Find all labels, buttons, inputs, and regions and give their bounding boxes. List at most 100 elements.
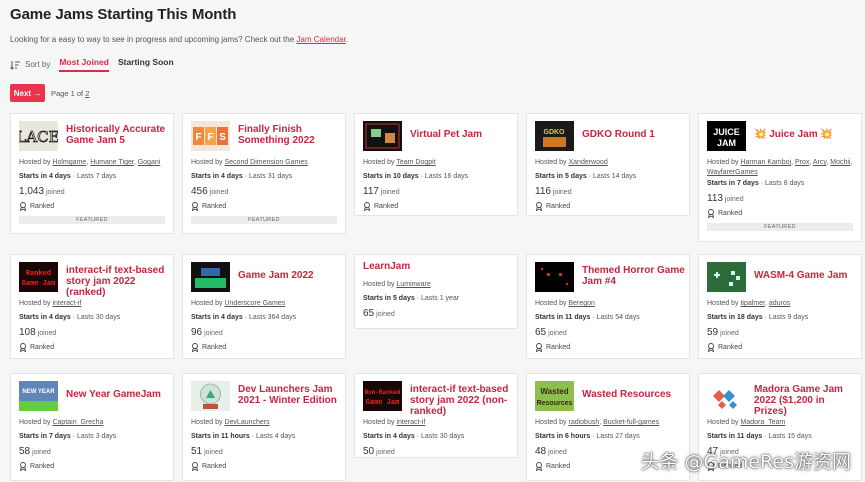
ranked-badge: Ranked (191, 462, 226, 471)
host-link[interactable]: Second Dimension Games (224, 159, 307, 166)
svg-text:GDKO: GDKO (544, 129, 566, 136)
jam-title[interactable]: interact-if text-based story jam 2022 (n… (410, 384, 514, 417)
svg-text:Game Jam: Game Jam (366, 399, 400, 407)
host-link[interactable]: Beregon (568, 300, 594, 307)
jam-card[interactable]: LACE Historically Accurate Game Jam 5 Host… (10, 113, 174, 234)
sort-icon (10, 60, 20, 70)
host-link[interactable]: WayfarerGames (707, 169, 758, 176)
jam-card[interactable]: WASM-4 Game Jam Hosted by tipalmer, aduro… (698, 254, 862, 359)
host-link[interactable]: Team Dogpit (396, 159, 435, 166)
ranked-badge: Ranked (19, 462, 54, 471)
sort-most-joined[interactable]: Most Joined (59, 57, 109, 72)
ranked-badge: Ranked (191, 343, 226, 352)
jam-title[interactable]: 💥 Juice Jam 💥 (754, 129, 858, 140)
snowglobe-thumbnail[interactable] (191, 381, 230, 411)
next-button[interactable]: Next → (10, 84, 45, 102)
host-link[interactable]: Bucket-full-games (603, 419, 659, 426)
jam-card[interactable]: Game Jam 2022 Hosted by Underscore Games S… (182, 254, 346, 359)
gdko-thumbnail[interactable]: GDKO (535, 121, 574, 151)
jam-title[interactable]: Finally Finish Something 2022 (238, 124, 342, 146)
jam-title[interactable]: GDKO Round 1 (582, 129, 686, 140)
sort-starting-soon[interactable]: Starting Soon (118, 57, 174, 72)
lace-thumbnail[interactable]: LACE (19, 121, 58, 151)
juice-jam-thumbnail[interactable]: JUICE JAM (707, 121, 746, 151)
jam-card[interactable]: Non-Ranked Game Jam interact-if text-based… (354, 373, 518, 458)
host-link[interactable]: Captain_Grecha (52, 419, 103, 426)
jam-title[interactable]: Themed Horror Game Jam #4 (582, 265, 686, 287)
ranked-badge: Ranked (19, 202, 54, 211)
non-ranked-game-jam-thumbnail[interactable]: Non-Ranked Game Jam (363, 381, 402, 411)
host-link[interactable]: Arcy (813, 159, 826, 166)
joined-count: 108 joined (19, 327, 57, 338)
host-link[interactable]: Luminware (396, 281, 430, 288)
host-link[interactable]: Gogani (138, 159, 161, 166)
wasted-resources-thumbnail[interactable]: Wasted Resources (535, 381, 574, 411)
joined-count: 65 joined (363, 308, 395, 319)
virtual-pet-thumbnail[interactable] (363, 121, 402, 151)
jam-card[interactable]: NEW YEAR New Year GameJam Hosted by Captai… (10, 373, 174, 481)
jam-title[interactable]: Virtual Pet Jam (410, 129, 514, 140)
host-link[interactable]: radiobush (568, 419, 599, 426)
host-link[interactable]: Prox (795, 159, 809, 166)
jam-card[interactable]: JUICE JAM 💥 Juice Jam 💥 Hosted by Harman Ka… (698, 113, 862, 242)
last-page-link[interactable]: 2 (85, 89, 89, 98)
jam-calendar-link[interactable]: Jam Calendar (296, 35, 345, 44)
host-link[interactable]: Xanderwood (568, 159, 607, 166)
new-year-thumbnail[interactable]: NEW YEAR (19, 381, 58, 411)
page-header: Game Jams Starting This Month (10, 6, 236, 23)
host-link[interactable]: tipalmer (740, 300, 765, 307)
ranked-icon (19, 343, 27, 352)
jam-card[interactable]: GDKO GDKO Round 1 Hosted by Xanderwood Star… (526, 113, 690, 216)
schedule: Starts in 4 days · Lasts 31 days (191, 173, 293, 180)
jam-card[interactable]: Virtual Pet Jam Hosted by Team Dogpit Star… (354, 113, 518, 216)
ranked-icon (707, 343, 715, 352)
jam-title[interactable]: WASM-4 Game Jam (754, 270, 858, 281)
ranked-badge: Ranked (535, 202, 570, 211)
schedule: Starts in 4 days · Lasts 364 days (191, 314, 297, 321)
schedule: Starts in 6 hours · Lasts 27 days (535, 433, 640, 440)
host-link[interactable]: Mochii (830, 159, 850, 166)
jam-card[interactable]: F F S Finally Finish Something 2022 Hosted b… (182, 113, 346, 234)
jam-card[interactable]: Dev Launchers Jam 2021 - Winter Edition H… (182, 373, 346, 481)
svg-text:JUICE: JUICE (713, 127, 740, 137)
host-link[interactable]: Holmgame (52, 159, 86, 166)
horror-thumbnail[interactable] (535, 262, 574, 292)
jam-card[interactable]: Ranked Game Jam interact-if text-based sto… (10, 254, 174, 359)
jam-card[interactable]: LearnJam Hosted by Luminware Starts in 5 d… (354, 254, 518, 329)
madora-thumbnail[interactable] (707, 381, 746, 411)
jam-title[interactable]: interact-if text-based story jam 2022 (r… (66, 265, 170, 298)
host-link[interactable]: Madora_Team (740, 419, 785, 426)
ranked-game-jam-thumbnail[interactable]: Ranked Game Jam (19, 262, 58, 292)
jam-title[interactable]: Historically Accurate Game Jam 5 (66, 124, 170, 146)
featured-badge: FEATURED (707, 223, 853, 231)
hosted-by: Hosted by DevLaunchers (191, 419, 270, 426)
joined-count: 58 joined (19, 446, 51, 457)
host-link[interactable]: DevLaunchers (224, 419, 269, 426)
hosted-by: Hosted by Harman Kamboj, Prox, Arcy, Moc… (707, 159, 853, 176)
schedule: Starts in 18 days · Lasts 9 days (707, 314, 809, 321)
jam-title[interactable]: Game Jam 2022 (238, 270, 342, 281)
jam-title[interactable]: Wasted Resources (582, 389, 686, 400)
game-jam-2022-thumbnail[interactable] (191, 262, 230, 292)
host-link[interactable]: Harman Kamboj (740, 159, 791, 166)
host-link[interactable]: Underscore Games (224, 300, 285, 307)
jam-title[interactable]: New Year GameJam (66, 389, 170, 400)
host-link[interactable]: interact-if (52, 300, 81, 307)
ffs-thumbnail[interactable]: FFS (191, 121, 230, 151)
jam-title[interactable]: Dev Launchers Jam 2021 - Winter Edition (238, 384, 342, 406)
jam-card[interactable]: Themed Horror Game Jam #4 Hosted by Bereg… (526, 254, 690, 359)
hosted-by: Hosted by Luminware (363, 281, 431, 288)
host-link[interactable]: Humane Tiger (90, 159, 134, 166)
ranked-badge: Ranked (191, 202, 226, 211)
joined-count: 50 joined (363, 446, 395, 457)
host-link[interactable]: aduros (769, 300, 790, 307)
host-link[interactable]: interact-if (396, 419, 425, 426)
svg-text:S: S (219, 132, 226, 143)
jam-title[interactable]: LearnJam (363, 261, 513, 272)
joined-count: 456 joined (191, 186, 229, 197)
hosted-by: Hosted by tipalmer, aduros (707, 300, 791, 307)
jam-title[interactable]: Madora Game Jam 2022 ($1,200 in Prizes) (754, 384, 858, 417)
featured-badge: FEATURED (19, 216, 165, 224)
featured-badge: FEATURED (191, 216, 337, 224)
wasm4-thumbnail[interactable] (707, 262, 746, 292)
